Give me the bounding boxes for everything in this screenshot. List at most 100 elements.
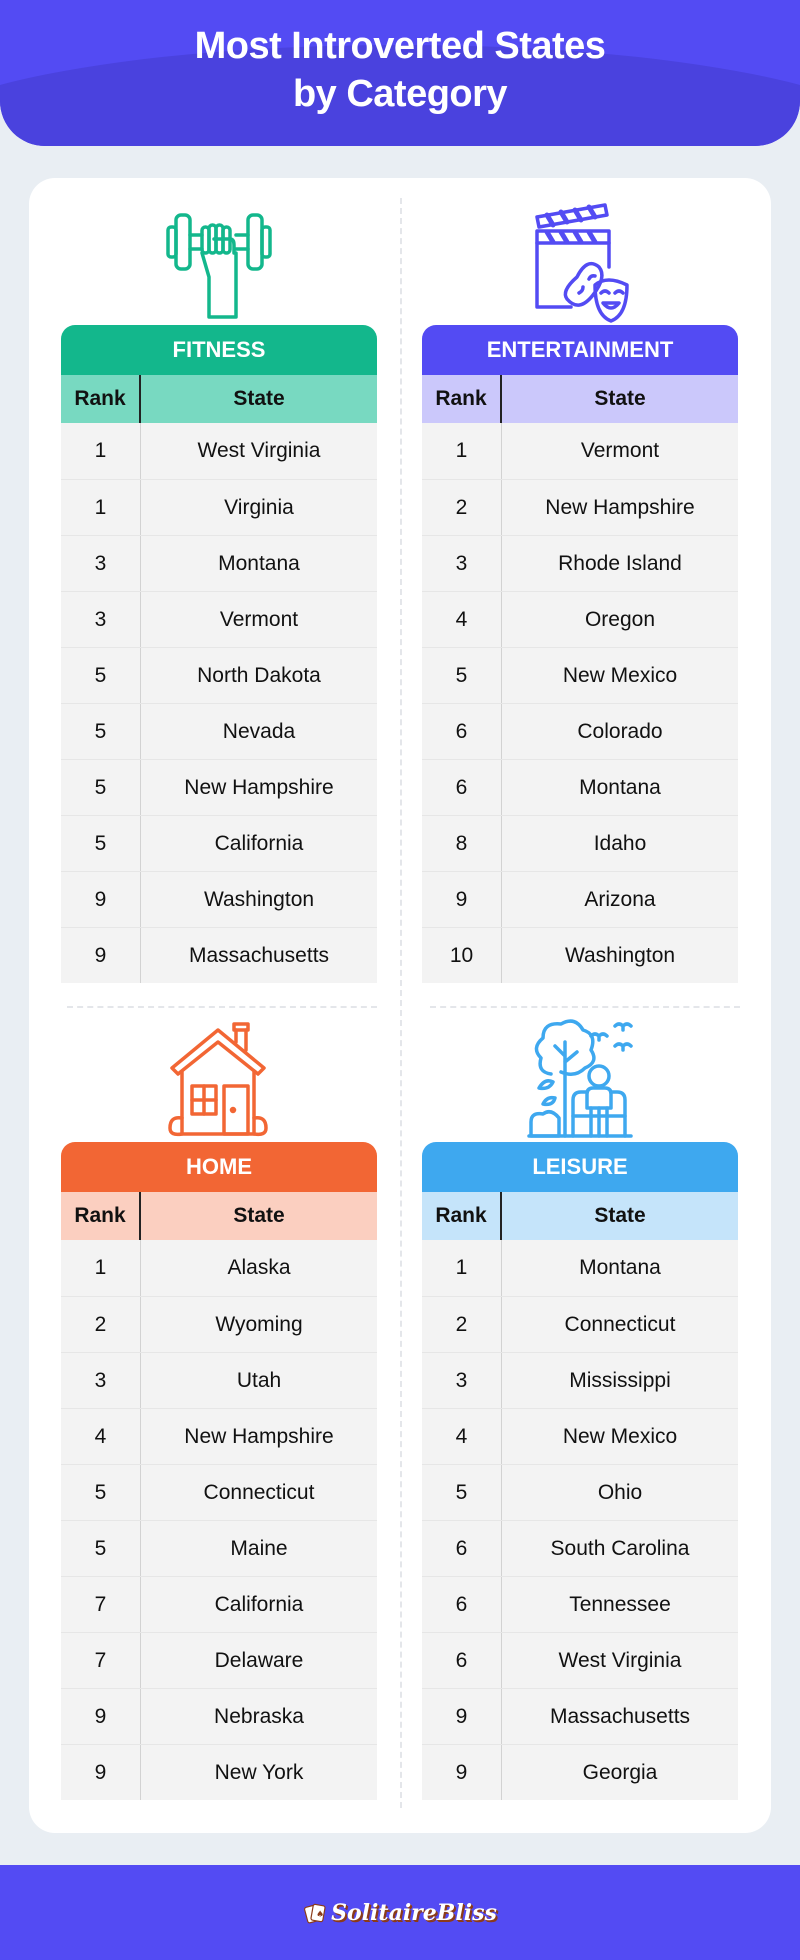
column-header-rank: Rank — [422, 375, 502, 423]
table-row: 5 Nevada — [61, 703, 377, 759]
table-row: 9 Nebraska — [61, 1688, 377, 1744]
state-cell: Georgia — [582, 1760, 658, 1784]
table-row: 1 Montana — [422, 1240, 738, 1296]
table-title-leisure: LEISURE — [422, 1142, 738, 1192]
clapperboard-masks-icon — [422, 195, 738, 325]
house-icon — [61, 1012, 377, 1142]
column-header-rank: Rank — [422, 1192, 502, 1240]
rank-cell: 1 — [422, 1240, 502, 1296]
rank-cell: 9 — [61, 1745, 141, 1800]
rank-cell: 6 — [422, 760, 502, 815]
rank-cell: 9 — [422, 872, 502, 927]
horizontal-divider-right — [430, 1006, 740, 1008]
state-cell: Connecticut — [564, 1312, 676, 1336]
state-cell: Ohio — [597, 1480, 643, 1504]
rank-cell: 5 — [61, 1465, 141, 1520]
rank-cell: 6 — [422, 1577, 502, 1632]
brand-logo[interactable]: ♠ SolitaireBliss — [303, 1900, 497, 1926]
state-cell: Vermont — [580, 439, 660, 462]
state-cell: New Hampshire — [545, 495, 695, 519]
table-title-entertainment: ENTERTAINMENT — [422, 325, 738, 375]
state-cell: Montana — [579, 775, 661, 799]
table-row: 9 New York — [61, 1744, 377, 1800]
vertical-divider — [400, 198, 402, 1808]
table-header-home: Rank State — [61, 1192, 377, 1240]
brand-name: SolitaireBliss — [331, 1899, 497, 1926]
table-row: 6 South Carolina — [422, 1520, 738, 1576]
column-header-state: State — [594, 1204, 646, 1227]
rank-cell: 7 — [61, 1577, 141, 1632]
table-header-fitness: Rank State — [61, 375, 377, 423]
rank-cell: 3 — [422, 536, 502, 591]
table-row: 6 Montana — [422, 759, 738, 815]
state-cell: Tennessee — [569, 1592, 671, 1616]
state-cell: Alaska — [227, 1256, 291, 1279]
rank-cell: 6 — [422, 1521, 502, 1576]
state-cell: Massachusetts — [549, 1704, 691, 1728]
state-cell: Washington — [203, 887, 315, 911]
rank-cell: 2 — [61, 1297, 141, 1352]
dumbbell-fist-icon — [61, 195, 377, 325]
rank-cell: 4 — [422, 1409, 502, 1464]
table-body-entertainment: 1 Vermont 2 New Hampshire 3 Rhode Island 4 Oreg… — [422, 423, 738, 983]
table-header-leisure: Rank State — [422, 1192, 738, 1240]
rank-cell: 9 — [422, 1689, 502, 1744]
state-cell: California — [214, 1592, 304, 1616]
svg-text:♠: ♠ — [316, 1910, 324, 1920]
state-cell: Vermont — [219, 607, 299, 631]
rank-cell: 5 — [61, 816, 141, 871]
table-row: 2 New Hampshire — [422, 479, 738, 535]
table-body-home: 1 Alaska 2 Wyoming 3 Utah 4 New Hampshire 5 Conne… — [61, 1240, 377, 1800]
table-row: 8 Idaho — [422, 815, 738, 871]
table-body-leisure: 1 Montana 2 Connecticut 3 Mississippi 4 New Mex… — [422, 1240, 738, 1800]
table-row: 2 Wyoming — [61, 1296, 377, 1352]
table-row: 9 Georgia — [422, 1744, 738, 1800]
table-row: 4 New Mexico — [422, 1408, 738, 1464]
table-row: 1 Virginia — [61, 479, 377, 535]
state-cell: Nevada — [222, 719, 296, 743]
state-cell: New Hampshire — [184, 1424, 334, 1448]
state-cell: South Carolina — [550, 1536, 690, 1560]
rank-cell: 5 — [422, 1465, 502, 1520]
rank-cell: 1 — [61, 1240, 141, 1296]
table-row: 9 Arizona — [422, 871, 738, 927]
column-header-state: State — [233, 1204, 285, 1227]
table-row: 3 Rhode Island — [422, 535, 738, 591]
rank-cell: 2 — [422, 1297, 502, 1352]
state-cell: New York — [214, 1760, 304, 1784]
table-row: 7 California — [61, 1576, 377, 1632]
table-row: 5 California — [61, 815, 377, 871]
state-cell: Massachusetts — [188, 943, 330, 967]
table-row: 5 Maine — [61, 1520, 377, 1576]
rank-cell: 2 — [422, 480, 502, 535]
table-row: 4 New Hampshire — [61, 1408, 377, 1464]
table-row: 5 Ohio — [422, 1464, 738, 1520]
rank-cell: 5 — [61, 760, 141, 815]
table-row: 5 Connecticut — [61, 1464, 377, 1520]
table-row: 5 North Dakota — [61, 647, 377, 703]
table-header-entertainment: Rank State — [422, 375, 738, 423]
table-row: 9 Massachusetts — [61, 927, 377, 983]
table-row: 2 Connecticut — [422, 1296, 738, 1352]
title-line-2: by Category — [292, 73, 508, 115]
park-bench-icon — [422, 1012, 738, 1142]
table-row: 6 West Virginia — [422, 1632, 738, 1688]
rank-cell: 3 — [61, 1353, 141, 1408]
state-cell: Wyoming — [215, 1312, 303, 1336]
rank-cell: 5 — [61, 648, 141, 703]
horizontal-divider-left — [67, 1006, 377, 1008]
table-row: 9 Washington — [61, 871, 377, 927]
rank-cell: 3 — [61, 536, 141, 591]
table-row: 3 Mississippi — [422, 1352, 738, 1408]
state-cell: Delaware — [214, 1648, 304, 1672]
rank-cell: 3 — [61, 592, 141, 647]
column-header-state: State — [233, 387, 285, 410]
rank-cell: 9 — [422, 1745, 502, 1800]
rank-cell: 4 — [422, 592, 502, 647]
table-row: 1 West Virginia — [61, 423, 377, 479]
state-cell: Colorado — [577, 719, 663, 743]
table-row: 5 New Hampshire — [61, 759, 377, 815]
state-cell: California — [214, 831, 304, 855]
rank-cell: 5 — [422, 648, 502, 703]
state-cell: Montana — [579, 1256, 661, 1279]
